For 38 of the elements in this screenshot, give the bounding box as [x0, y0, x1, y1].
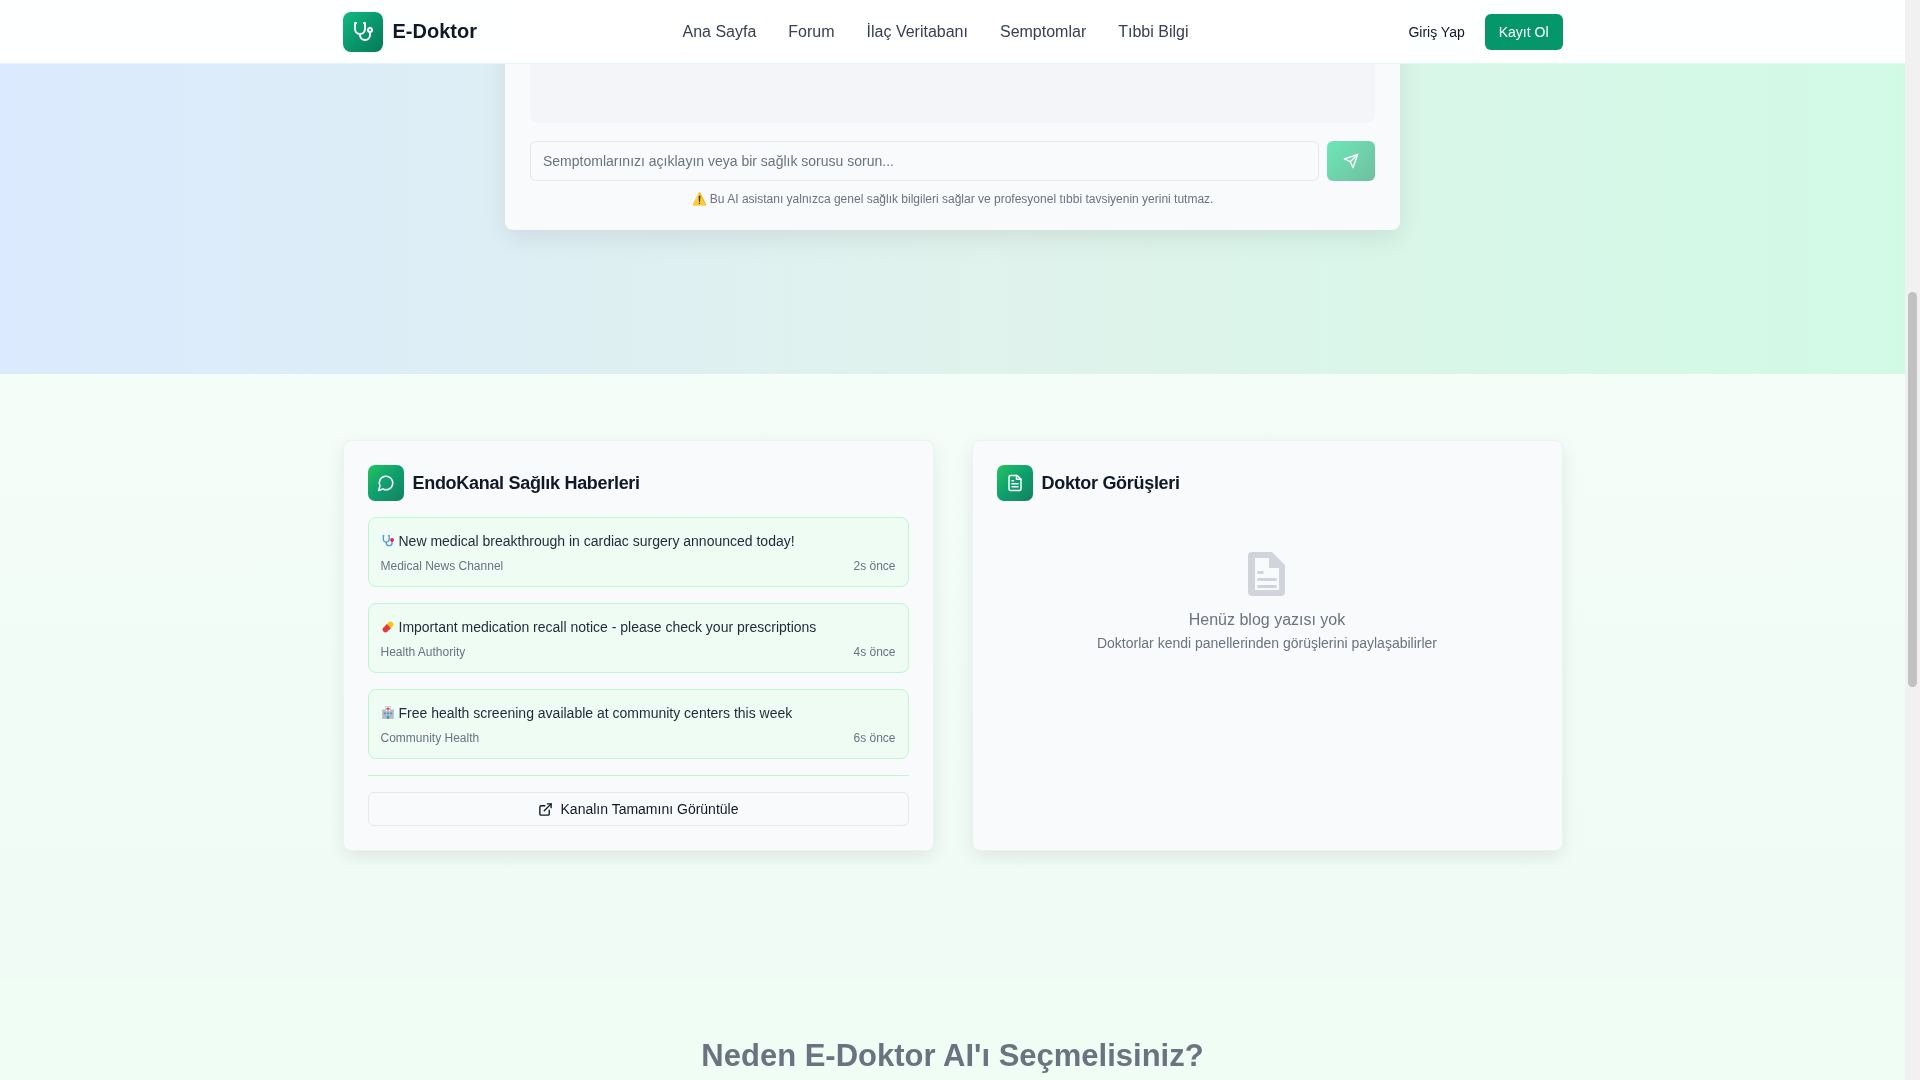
news-time: 6s önce [853, 731, 896, 745]
nav-link[interactable]: İlaç Veritabanı [866, 22, 968, 41]
news-source: Health Authority [380, 645, 466, 659]
signup-button[interactable]: Kayıt Ol [1484, 13, 1563, 50]
external-link-icon [537, 801, 553, 817]
news-time: 2s önce [853, 559, 896, 573]
send-icon [1343, 153, 1359, 169]
news-source: Community Health [380, 731, 480, 745]
send-button[interactable] [1327, 141, 1375, 181]
news-headline: New medical breakthrough in cardiac surgery announced today! [398, 533, 795, 549]
empty-state-text: Doktorlar kendi panellerinden görüşlerini paylaşabilirler [1096, 635, 1438, 651]
news-item[interactable]: Important medication recall notice - please check your prescriptions Health Authority 4s önce [367, 603, 909, 673]
card-title: EndoKanal Sağlık Haberleri [412, 472, 640, 494]
brand-name[interactable]: E-Doktor [392, 20, 477, 43]
view-channel-button[interactable]: Kanalın Tamamını Görüntüle [367, 792, 909, 826]
login-link[interactable]: Giriş Yap [1408, 23, 1465, 40]
nav-link[interactable]: Ana Sayfa [682, 22, 757, 41]
news-time: 4s önce [853, 645, 896, 659]
news-item[interactable]: New medical breakthrough in cardiac surgery announced today! Medical News Channel 2s önce [367, 517, 909, 587]
news-headline: Important medication recall notice - please check your prescriptions [398, 619, 817, 635]
hospital-icon [380, 706, 395, 720]
document-icon [996, 465, 1033, 501]
stethoscope-logo-icon[interactable] [342, 11, 383, 52]
disclaimer-text: ⚠ Bu AI asistanı yalnızca genel sağlık bilgileri sağlar ve profesyonel tıbbi tavsiyenin yerini tutmaz. [690, 192, 1215, 206]
stethoscope-icon [380, 534, 395, 548]
nav-link[interactable]: Semptomlar [999, 22, 1087, 41]
empty-state-title: Henüz blog yazısı yok [1188, 611, 1346, 629]
document-icon [1248, 551, 1286, 597]
section-heading: Neden E-Doktor AI'ı Seçmelisiniz? [701, 1038, 1204, 1075]
chat-bubble-icon [367, 465, 404, 501]
nav-link[interactable]: Forum [788, 22, 835, 41]
chat-input-field[interactable]: Semptomlarınızı açıklayın veya bir sağlık sorusu sorun... [530, 141, 1319, 181]
nav-link[interactable]: Tıbbi Bilgi [1118, 22, 1189, 41]
news-headline: Free health screening available at community centers this week [398, 705, 793, 721]
card-title: Doktor Görüşleri [1041, 472, 1180, 494]
pill-icon [380, 620, 395, 634]
news-item[interactable]: Free health screening available at community centers this week Community Health 6s önce [367, 689, 909, 759]
news-source: Medical News Channel [380, 559, 504, 573]
